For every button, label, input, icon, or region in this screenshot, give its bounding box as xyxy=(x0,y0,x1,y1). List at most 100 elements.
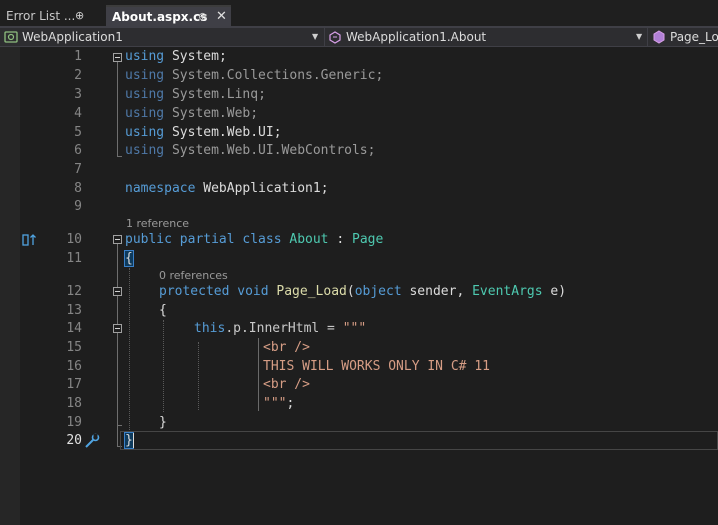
code-line-6[interactable]: using System.Web.UI.WebControls; xyxy=(125,141,375,160)
punct: ; xyxy=(320,181,329,196)
codelens-class-references[interactable]: 1 reference xyxy=(126,216,189,231)
close-icon[interactable]: ✕ xyxy=(216,9,227,24)
punct: ; xyxy=(375,68,384,83)
pin-icon[interactable]: ⊕ xyxy=(198,10,207,23)
code-line-17[interactable]: <br /> xyxy=(263,375,310,394)
codelens-ref-icon[interactable] xyxy=(22,233,38,250)
outline-end xyxy=(117,156,122,157)
brace-open-highlighted: { xyxy=(124,250,134,267)
class-icon xyxy=(328,30,342,44)
outline-line xyxy=(117,62,118,156)
parameter: sender, xyxy=(401,284,473,299)
type-dropdown[interactable]: WebApplication1.About ▼ xyxy=(326,28,646,46)
brace-close: } xyxy=(159,415,167,430)
code-line-15[interactable]: <br /> xyxy=(263,338,310,357)
member-access: .p.InnerHtml = xyxy=(225,321,343,336)
collapse-toggle-method[interactable] xyxy=(113,287,122,296)
keyword: public partial class xyxy=(125,232,282,247)
code-line-10[interactable]: public partial class About : Page xyxy=(125,230,383,249)
keyword: using xyxy=(125,125,165,140)
code-line-20[interactable]: } xyxy=(124,431,134,450)
tab-error-list[interactable]: Error List ... ⊕ xyxy=(0,5,100,26)
project-name: WebApplication1 xyxy=(22,30,123,44)
keyword: protected void xyxy=(159,284,269,299)
brace-close-highlighted: } xyxy=(124,432,134,449)
document-tab-strip: Error List ... ⊕ About.aspx.cs ⊕ ✕ xyxy=(0,0,718,26)
punct: ; xyxy=(286,396,295,411)
project-dropdown[interactable]: WebApplication1 ▼ xyxy=(0,28,323,46)
tab-about-aspx-cs[interactable]: About.aspx.cs ⊕ ✕ xyxy=(106,5,231,26)
dropdown-arrow-icon: ▼ xyxy=(636,32,643,41)
code-line-12[interactable]: protected void Page_Load(object sender, … xyxy=(159,282,566,301)
line-number: 14 xyxy=(66,321,82,336)
codelens-method-references[interactable]: 0 references xyxy=(159,268,228,283)
dropdown-arrow-icon: ▼ xyxy=(312,32,319,41)
line-number: 5 xyxy=(74,125,82,140)
code-line-19[interactable]: } xyxy=(159,413,167,432)
outline-end xyxy=(117,425,122,426)
keyword: using xyxy=(125,49,165,64)
line-number: 17 xyxy=(66,377,82,392)
method-icon xyxy=(652,30,666,44)
string-literal: """ xyxy=(263,396,287,411)
type-name: EventArgs xyxy=(472,284,543,299)
collapse-toggle-usings[interactable] xyxy=(113,53,122,62)
navigation-bar: WebApplication1 ▼ WebApplication1.About … xyxy=(0,28,718,47)
pin-icon[interactable]: ⊕ xyxy=(75,9,84,22)
punct: ; xyxy=(250,106,259,121)
indent-guide xyxy=(198,342,199,410)
line-number: 2 xyxy=(74,68,82,83)
nav-separator xyxy=(647,28,648,46)
string-literal: """ xyxy=(342,321,367,336)
code-line-2[interactable]: using System.Collections.Generic; xyxy=(125,66,383,85)
line-number: 18 xyxy=(66,396,82,411)
keyword: using xyxy=(125,87,165,102)
code-line-18[interactable]: """; xyxy=(263,394,294,413)
namespace-ref: System.Linq xyxy=(171,87,259,102)
namespace-ref: System.Web xyxy=(171,106,251,121)
collapse-toggle-class[interactable] xyxy=(113,235,122,244)
line-number: 7 xyxy=(74,162,82,177)
punct: ; xyxy=(218,49,227,64)
base-type: Page xyxy=(352,232,384,247)
line-number: 13 xyxy=(66,303,82,318)
project-icon xyxy=(4,30,18,44)
code-line-4[interactable]: using System.Web; xyxy=(125,104,258,123)
line-number: 15 xyxy=(66,340,82,355)
line-number: 16 xyxy=(66,359,82,374)
line-number: 1 xyxy=(74,49,82,64)
string-literal: THIS WILL WORKS ONLY IN C# 11 xyxy=(263,359,490,374)
type-name: WebApplication1.About xyxy=(346,30,487,44)
line-number: 12 xyxy=(66,284,82,299)
indent-guide xyxy=(163,320,164,412)
indent-guide xyxy=(129,268,130,430)
code-line-11[interactable]: { xyxy=(124,249,134,268)
namespace-ref: System xyxy=(171,49,219,64)
punct: ; xyxy=(367,143,376,158)
line-number: 8 xyxy=(74,181,82,196)
keyword: this xyxy=(194,321,226,336)
member-dropdown[interactable]: Page_Load xyxy=(650,28,718,46)
punct: ( xyxy=(346,284,355,299)
code-line-1[interactable]: using System; xyxy=(125,47,227,66)
string-literal: <br /> xyxy=(263,377,310,392)
quick-actions-icon[interactable] xyxy=(83,433,101,452)
code-line-16[interactable]: THIS WILL WORKS ONLY IN C# 11 xyxy=(263,357,490,376)
line-number: 3 xyxy=(74,87,82,102)
code-line-14[interactable]: this.p.InnerHtml = """ xyxy=(194,319,366,338)
code-line-13[interactable]: { xyxy=(159,301,167,320)
parameter: e) xyxy=(542,284,567,299)
text-cursor xyxy=(133,433,134,448)
collapse-toggle-string[interactable] xyxy=(113,324,122,333)
namespace-ref: System.Web.UI xyxy=(171,125,274,140)
tab-label: Error List ... xyxy=(6,8,76,23)
keyword: namespace xyxy=(125,181,196,196)
code-line-8[interactable]: namespace WebApplication1; xyxy=(125,179,329,198)
code-line-3[interactable]: using System.Linq; xyxy=(125,85,266,104)
keyword: using xyxy=(125,106,165,121)
class-name: About xyxy=(289,232,329,247)
keyword: using xyxy=(125,143,165,158)
keyword: object xyxy=(354,284,402,299)
code-line-5[interactable]: using System.Web.UI; xyxy=(125,123,282,142)
tab-label: About.aspx.cs xyxy=(112,9,208,24)
